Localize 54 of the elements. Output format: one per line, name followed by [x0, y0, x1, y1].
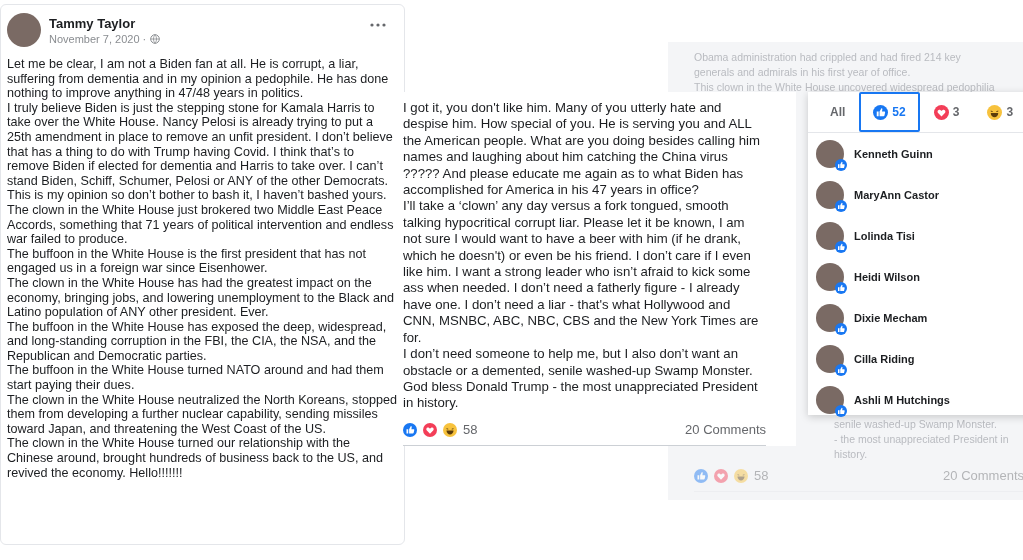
- person-name[interactable]: Dixie Mecham: [854, 312, 928, 324]
- post-paragraph: The clown in the White House just brokered two Middle East Peace Accords, something that 71 years of political intervention and endless war failed to produce.: [7, 202, 395, 247]
- avatar[interactable]: [816, 263, 844, 291]
- like-badge-icon: [835, 364, 847, 376]
- like-badge-icon: [835, 200, 847, 212]
- more-options-icon[interactable]: [370, 23, 386, 27]
- post-paragraph: God bless Donald Trump - the most unappreciated President in history.: [403, 378, 759, 412]
- like-badge-icon: [835, 241, 847, 253]
- avatar[interactable]: [816, 222, 844, 250]
- reaction-count: 58: [754, 468, 769, 483]
- reaction-count: 58: [463, 422, 478, 437]
- post-date[interactable]: November 7, 2020 ·: [49, 32, 147, 45]
- post-paragraph: The clown in the White House turned our relationship with the Chinese around, brought hundreds of business back to the US, and revived the economy. Hello!!!!!!!: [7, 436, 384, 481]
- person-name[interactable]: Ashli M Hutchings: [854, 394, 950, 406]
- avatar[interactable]: [816, 140, 844, 168]
- avatar[interactable]: [816, 304, 844, 332]
- globe-icon: [150, 33, 161, 44]
- post-paragraph: Let me be clear, I am not a Biden fan at all. He is corrupt, a liar, suffering from dementia and in my opinion a pedophile. He has done nothing to improve anything in 47/48 years in politics.: [7, 57, 390, 101]
- post-paragraph: The buffoon in the White House turned NATO around and had them start paying their dues.: [7, 363, 385, 393]
- like-badge-icon: [835, 323, 847, 335]
- comments-link[interactable]: 20 Comments: [685, 422, 766, 437]
- laughing-face-icon: [987, 104, 1003, 120]
- person-name[interactable]: MaryAnn Castor: [854, 189, 939, 201]
- post-paragraph: This is my opinion so don’t bother to bash it, I haven’t bashed yours.: [7, 188, 388, 203]
- post-paragraph: The buffoon in the White House is the first president that has not engaged us in a foreign war since Eisenhower.: [7, 246, 367, 276]
- reaction-tab[interactable]: All: [816, 92, 860, 132]
- like-icon: [694, 468, 708, 483]
- avatar[interactable]: [816, 345, 844, 373]
- post-paragraph: The clown in the White House neutralized the North Koreans, stopped them from developing a further nuclear capability, sending missiles toward Japan, and threatening the West Coast of the US.: [7, 392, 398, 437]
- person-name[interactable]: Cilla Riding: [854, 353, 915, 365]
- like-icon: [873, 104, 889, 120]
- like-badge-icon: [835, 282, 847, 294]
- post-text-line: senile washed-up Swamp Monster.: [834, 417, 997, 432]
- like-icon: [403, 422, 417, 437]
- reaction-tab[interactable]: 3: [973, 92, 1023, 132]
- post-paragraph: I’ll take a ‘clown’ any day versus a fork tongued, smooth talking hypocritical corrupt liar. Please let it be known, I am not sure I would want to have a beer with him (if he drank, which he doesn't) or even be his friend. I don’t care if I even like him. I want a strong leader who isn’t afraid to kick some ass when needed. I don’t need a fatherly figure - I already have one. I don’t need a liar - that's what Hollywood and CNN, MSNBC, ABC, NBC, CBS and the New York Times are for.: [403, 198, 760, 347]
- avatar: [7, 13, 41, 47]
- laughing-face-icon: [443, 422, 457, 437]
- reaction-tab[interactable]: 52: [859, 92, 920, 132]
- post-paragraph: I don’t need someone to help me, but I also don’t want an obstacle or a demented, senile washed-up Swamp Monster.: [403, 346, 754, 379]
- person-name[interactable]: Lolinda Tisi: [854, 230, 915, 242]
- post-paragraph: The clown in the White House has had the greatest impact on the economy, bringing jobs, and lowering unemployment to the Black and Latino population of ANY other president. Ever.: [7, 275, 395, 320]
- avatar[interactable]: [816, 181, 844, 209]
- like-badge-icon: [835, 159, 847, 171]
- person-name[interactable]: Heidi Wilson: [854, 271, 920, 283]
- avatar[interactable]: [816, 386, 844, 414]
- post-paragraph: The buffoon in the White House has exposed the deep, widespread, and long-standing corruption in the FBI, the CIA, the NSA, and the Republican and Democratic parties.: [7, 319, 388, 364]
- reaction-tab[interactable]: 3: [919, 92, 974, 132]
- person-name[interactable]: Kenneth Guinn: [854, 148, 933, 160]
- laughing-face-icon: [734, 468, 748, 483]
- post-text-line: history.: [834, 447, 868, 462]
- post-paragraph: I got it, you don't like him. Many of you utterly hate and despise him. How special of you. He is serving you and ALL the American people. What are you doing besides calling him names and laughing about him catching the China virus ????? And please educate me again as to what Biden has accomplished for America in his 47 years in office?: [403, 100, 761, 199]
- author-name[interactable]: Tammy Taylor: [49, 15, 362, 31]
- post-paragraph: I truly believe Biden is just the stepping stone for Kamala Harris to take over the White House. Nancy Pelosi is already trying to put a 25th amendment in place to remove an unfit president. I don’t believe that has a thing to do with Trump having Covid. I think that’s to remove Biden if elected for dementia and Harris to take over. I can’t stand Biden, Schiff, Schumer, Pelosi or ANY of the other Democrats.: [7, 100, 394, 189]
